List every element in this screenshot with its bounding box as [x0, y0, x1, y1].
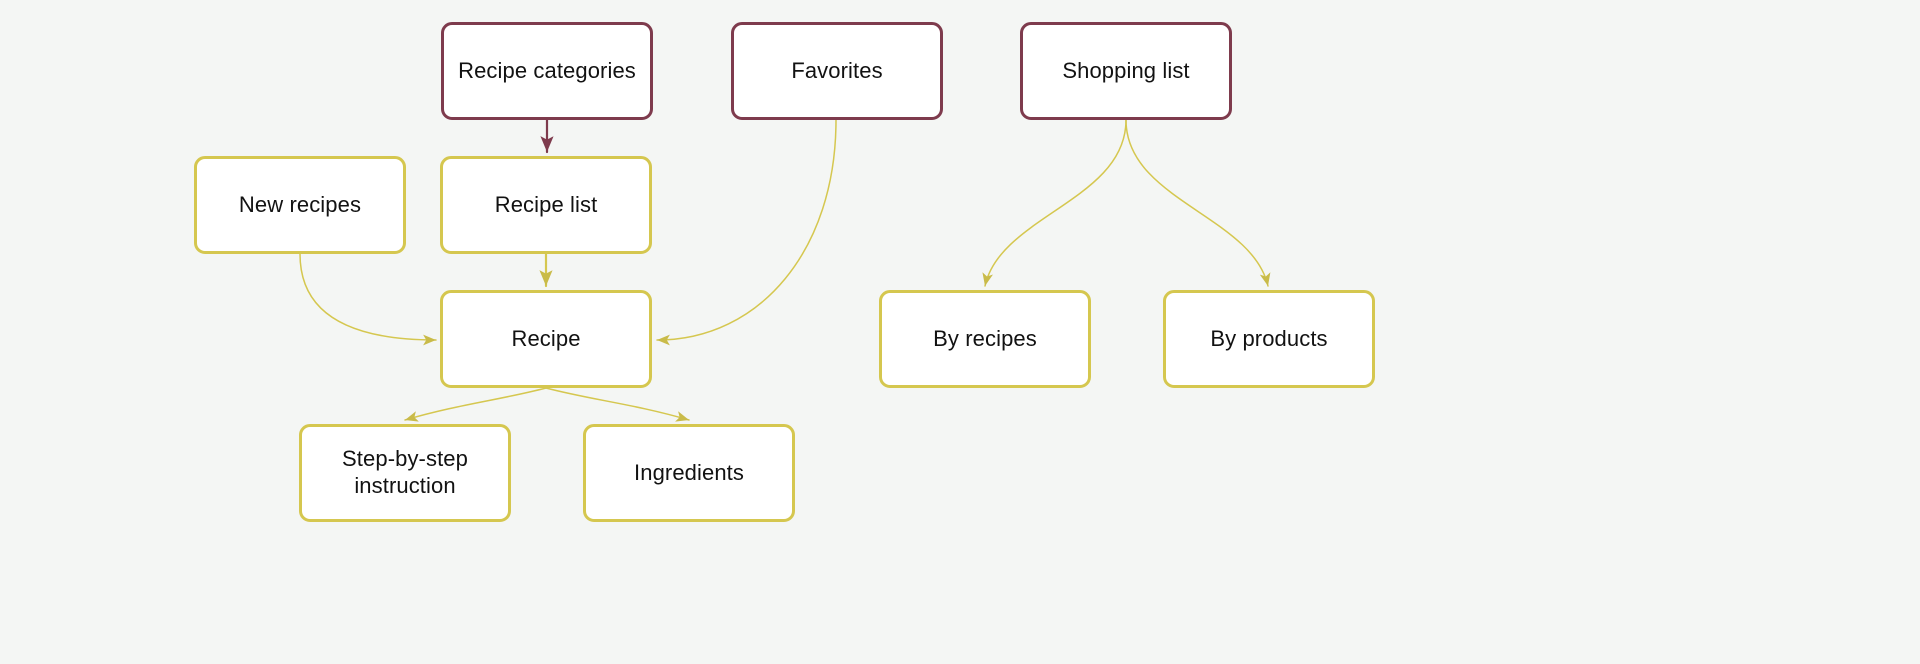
node-label-recipe-list: Recipe list: [494, 191, 598, 217]
node-label-shopping-list: Shopping list: [1062, 57, 1190, 83]
node-label-recipe: Recipe: [511, 325, 581, 351]
edge-shopping-list-to-by-recipes: [982, 119, 1127, 287]
node-shopping-list[interactable]: Shopping list: [1020, 22, 1232, 120]
node-label-favorites: Favorites: [791, 57, 883, 83]
edge-shopping-list-to-by-products: [1125, 119, 1271, 287]
node-label-new-recipes: New recipes: [238, 191, 362, 217]
node-step-by-step[interactable]: Step-by-step instruction: [299, 424, 511, 522]
edge-new-recipes-to-recipe: [299, 253, 437, 346]
edge-recipe-to-step-by-step: [404, 387, 547, 422]
node-ingredients[interactable]: Ingredients: [583, 424, 795, 522]
edge-recipe-to-ingredients: [545, 387, 690, 422]
node-label-by-recipes: By recipes: [933, 325, 1037, 351]
node-favorites[interactable]: Favorites: [731, 22, 943, 120]
diagram-canvas: Recipe categories Favorites Shopping list N…: [0, 0, 1920, 664]
node-recipe-list[interactable]: Recipe list: [440, 156, 652, 254]
edge-favorites-to-recipe: [656, 119, 837, 346]
node-recipe[interactable]: Recipe: [440, 290, 652, 388]
node-recipe-categories[interactable]: Recipe categories: [441, 22, 653, 120]
node-label-by-products: By products: [1210, 325, 1328, 351]
node-by-products[interactable]: By products: [1163, 290, 1375, 388]
node-new-recipes[interactable]: New recipes: [194, 156, 406, 254]
node-label-recipe-categories: Recipe categories: [458, 57, 636, 83]
node-label-step-by-step: Step-by-step instruction: [342, 446, 468, 498]
node-by-recipes[interactable]: By recipes: [879, 290, 1091, 388]
node-label-ingredients: Ingredients: [634, 459, 744, 485]
